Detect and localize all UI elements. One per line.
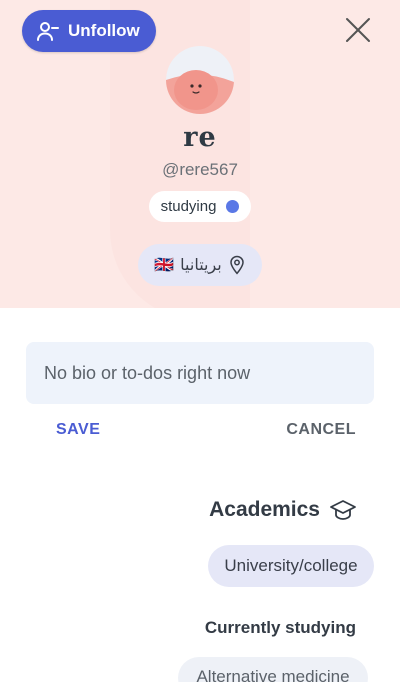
currently-studying-heading: Currently studying	[204, 618, 356, 637]
status-badge: studying	[149, 191, 251, 222]
save-button[interactable]: SAVE	[56, 421, 100, 439]
cancel-button[interactable]: CANCEL	[286, 421, 356, 439]
close-icon	[346, 18, 370, 42]
close-button[interactable]	[342, 14, 374, 46]
unfollow-label: Unfollow	[68, 21, 140, 40]
graduation-cap-icon	[330, 500, 356, 520]
profile-handle: @rere567	[162, 160, 238, 179]
status-dot	[226, 200, 240, 213]
academics-heading: Academics	[209, 497, 356, 523]
academics-title: Academics	[209, 498, 320, 521]
status-label: studying	[160, 198, 217, 215]
profile-name: re	[183, 122, 217, 153]
location-badge[interactable]: 🇬🇧 بريتانيا	[138, 244, 262, 286]
subject-chip[interactable]: Alternative medicine	[178, 657, 368, 682]
education-level-chip[interactable]: University/college	[208, 545, 374, 587]
location-pin-icon	[229, 255, 244, 275]
bio-input[interactable]: No bio or to-dos right now	[26, 342, 374, 404]
location-label: بريتانيا	[180, 257, 222, 274]
unfollow-button[interactable]: Unfollow	[22, 10, 156, 52]
avatar	[166, 46, 234, 114]
person-minus-icon	[37, 22, 59, 41]
bio-placeholder: No bio or to-dos right now	[44, 362, 251, 383]
country-flag: 🇬🇧	[154, 257, 175, 274]
